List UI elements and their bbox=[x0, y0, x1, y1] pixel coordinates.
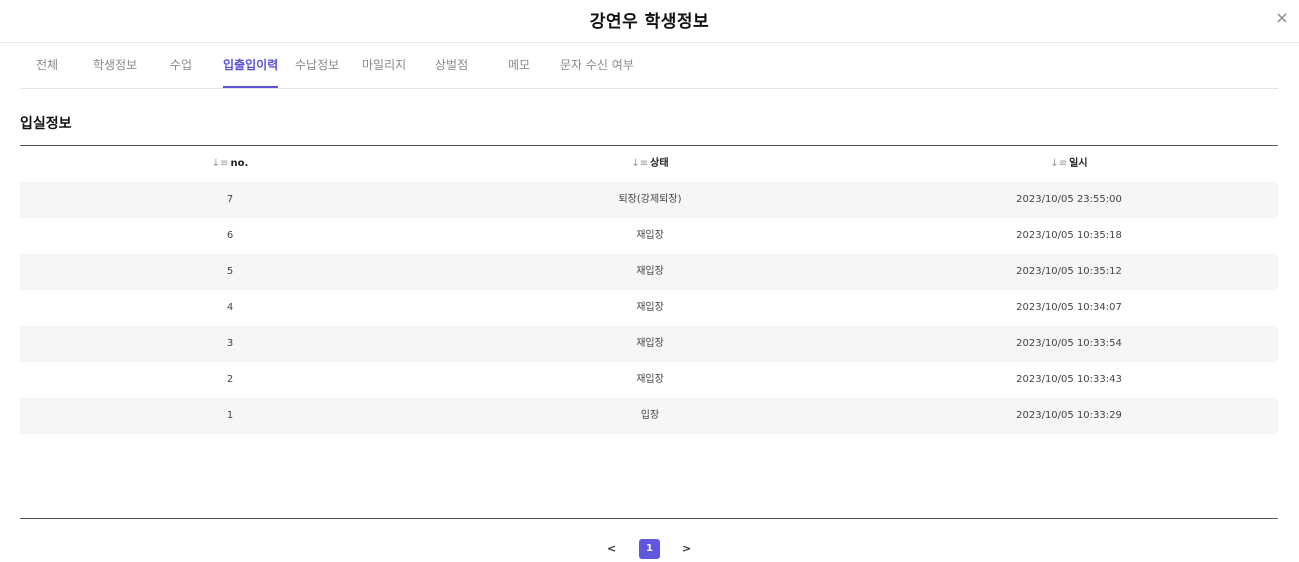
table-bottom-divider bbox=[20, 518, 1278, 519]
pagination: < 1 > bbox=[0, 539, 1299, 559]
cell-datetime: 2023/10/05 10:34:07 bbox=[1016, 302, 1122, 313]
tab-bar: 전체 학생정보 수업 입출입이력 수납정보 마일리지 상벌점 메모 문자 수신 … bbox=[20, 43, 1278, 89]
table-row: 1 입장 2023/10/05 10:33:29 bbox=[20, 398, 1278, 434]
sort-icon[interactable]: ↓≡ bbox=[212, 146, 229, 182]
table-row: 6 재입장 2023/10/05 10:35:18 bbox=[20, 218, 1278, 254]
tab-mileage[interactable]: 마일리지 bbox=[362, 43, 406, 88]
cell-no: 5 bbox=[226, 266, 234, 277]
tab-payment-info[interactable]: 수납정보 bbox=[295, 43, 339, 88]
cell-status: 재입장 bbox=[636, 302, 664, 313]
cell-datetime: 2023/10/05 10:33:54 bbox=[1016, 338, 1122, 349]
cell-status: 재입장 bbox=[636, 338, 664, 349]
cell-no: 2 bbox=[226, 374, 234, 385]
student-info-modal: 강연우 학생정보 × 전체 학생정보 수업 입출입이력 수납정보 마일리지 상벌… bbox=[0, 0, 1299, 562]
column-label-no: no. bbox=[230, 158, 249, 169]
close-icon[interactable]: × bbox=[1273, 9, 1291, 27]
table-row: 7 퇴장(강제퇴장) 2023/10/05 23:55:00 bbox=[20, 182, 1278, 218]
tab-memo[interactable]: 메모 bbox=[508, 43, 530, 88]
cell-status: 퇴장(강제퇴장) bbox=[618, 194, 682, 205]
page-button-current[interactable]: 1 bbox=[639, 539, 660, 559]
column-header-status[interactable]: ↓≡ 상태 bbox=[440, 146, 860, 182]
sort-icon[interactable]: ↓≡ bbox=[631, 146, 648, 182]
tab-student-info[interactable]: 학생정보 bbox=[93, 43, 137, 88]
tab-merit-points[interactable]: 상벌점 bbox=[435, 43, 468, 88]
cell-datetime: 2023/10/05 10:33:29 bbox=[1016, 410, 1122, 421]
column-label-status: 상태 bbox=[650, 158, 669, 169]
next-page-button[interactable]: > bbox=[682, 539, 691, 559]
tab-sms-consent[interactable]: 문자 수신 여부 bbox=[560, 43, 634, 88]
column-header-datetime[interactable]: ↓≡ 일시 bbox=[860, 146, 1278, 182]
cell-no: 3 bbox=[226, 338, 234, 349]
cell-datetime: 2023/10/05 10:35:12 bbox=[1016, 266, 1122, 277]
entry-history-table: ↓≡ no. ↓≡ 상태 ↓≡ 일시 7 퇴장(강제퇴장) 2023/10/05 23… bbox=[20, 145, 1278, 434]
tab-classes[interactable]: 수업 bbox=[170, 43, 192, 88]
cell-datetime: 2023/10/05 10:35:18 bbox=[1016, 230, 1122, 241]
table-row: 3 재입장 2023/10/05 10:33:54 bbox=[20, 326, 1278, 362]
cell-no: 4 bbox=[226, 302, 234, 313]
cell-datetime: 2023/10/05 23:55:00 bbox=[1016, 194, 1122, 205]
column-label-datetime: 일시 bbox=[1069, 158, 1088, 169]
modal-header: 강연우 학생정보 × bbox=[0, 0, 1299, 43]
section-title: 입실정보 bbox=[20, 116, 72, 132]
cell-status: 재입장 bbox=[636, 374, 664, 385]
cell-no: 1 bbox=[226, 410, 234, 421]
modal-title: 강연우 학생정보 bbox=[589, 12, 710, 32]
cell-status: 입장 bbox=[640, 410, 660, 421]
sort-icon[interactable]: ↓≡ bbox=[1050, 146, 1067, 182]
cell-no: 6 bbox=[226, 230, 234, 241]
column-header-no[interactable]: ↓≡ no. bbox=[20, 146, 440, 182]
table-row: 5 재입장 2023/10/05 10:35:12 bbox=[20, 254, 1278, 290]
cell-datetime: 2023/10/05 10:33:43 bbox=[1016, 374, 1122, 385]
cell-status: 재입장 bbox=[636, 230, 664, 241]
table-row: 4 재입장 2023/10/05 10:34:07 bbox=[20, 290, 1278, 326]
table-row: 2 재입장 2023/10/05 10:33:43 bbox=[20, 362, 1278, 398]
cell-no: 7 bbox=[226, 194, 234, 205]
cell-status: 재입장 bbox=[636, 266, 664, 277]
tab-all[interactable]: 전체 bbox=[36, 43, 58, 88]
table-header-row: ↓≡ no. ↓≡ 상태 ↓≡ 일시 bbox=[20, 146, 1278, 182]
tab-entry-history[interactable]: 입출입이력 bbox=[223, 43, 279, 88]
prev-page-button[interactable]: < bbox=[607, 539, 616, 559]
